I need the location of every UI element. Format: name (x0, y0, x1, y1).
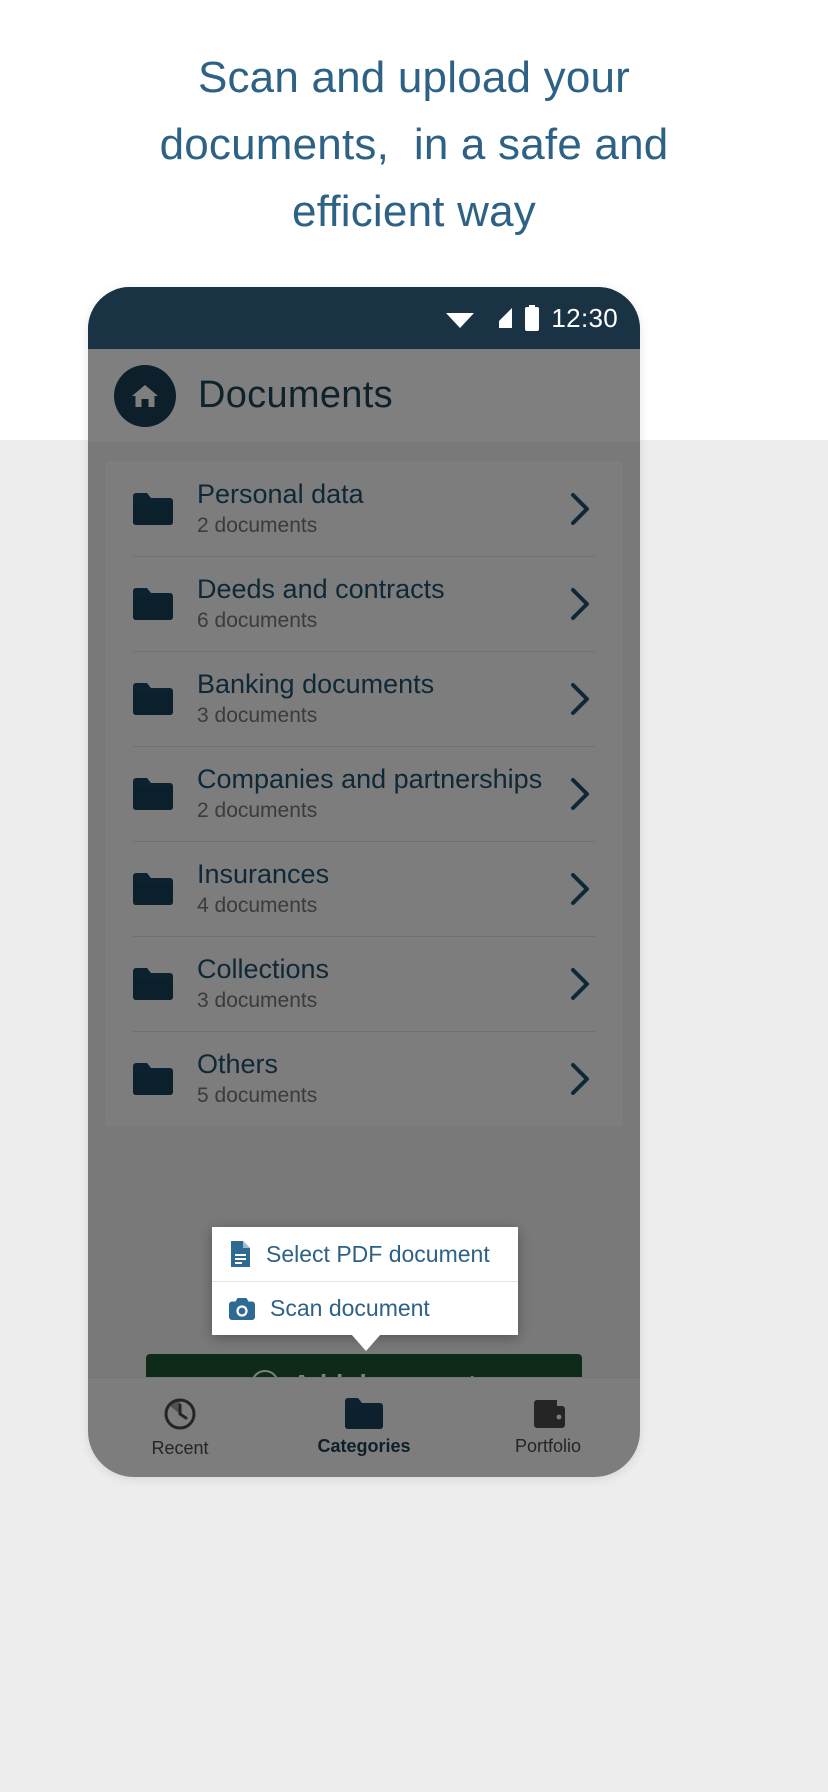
folder-icon (133, 587, 197, 620)
popup-item-select-pdf-label: Select PDF document (266, 1240, 490, 1267)
category-subtitle: 3 documents (197, 989, 318, 1012)
category-row-text: Collections 3 documents (197, 953, 555, 1014)
bottom-nav-label: Recent (151, 1437, 209, 1458)
category-row[interactable]: Banking documents 3 documents (105, 651, 623, 746)
popup-item-scan-document[interactable]: Scan document (212, 1281, 518, 1335)
popup-tail (351, 1334, 381, 1351)
folder-icon (133, 682, 197, 715)
chevron-right-icon[interactable] (555, 587, 605, 621)
category-title: Others (197, 1049, 279, 1079)
category-row[interactable]: Others 5 documents (105, 1031, 623, 1126)
bottom-nav-item-recent[interactable]: Recent (88, 1397, 272, 1459)
page-headline: Scan and upload your documents, in a saf… (0, 44, 828, 245)
app-header: Documents (88, 349, 640, 442)
folder-icon (133, 1062, 197, 1095)
clock-icon (163, 1397, 197, 1431)
popup-item-select-pdf[interactable]: Select PDF document (212, 1227, 518, 1281)
folder-icon (133, 777, 197, 810)
category-subtitle: 2 documents (197, 514, 318, 537)
category-subtitle: 2 documents (197, 799, 318, 822)
category-title: Banking documents (197, 669, 435, 699)
category-title: Personal data (197, 479, 364, 509)
category-row-text: Personal data 2 documents (197, 478, 555, 539)
bottom-nav-label: Categories (317, 1436, 411, 1456)
category-subtitle: 6 documents (197, 609, 318, 632)
category-row-text: Others 5 documents (197, 1048, 555, 1109)
wallet-icon (531, 1399, 565, 1429)
page-title: Documents (198, 374, 393, 416)
category-subtitle: 5 documents (197, 1084, 318, 1107)
bottom-nav-item-portfolio[interactable]: Portfolio (456, 1399, 640, 1457)
category-row[interactable]: Insurances 4 documents (105, 841, 623, 936)
bottom-navigation: Recent Categories Portfolio (88, 1377, 640, 1477)
battery-icon (524, 305, 540, 331)
category-row-text: Insurances 4 documents (197, 858, 555, 919)
home-icon (130, 382, 160, 410)
chevron-right-icon[interactable] (555, 682, 605, 716)
chevron-right-icon[interactable] (555, 777, 605, 811)
category-subtitle: 4 documents (197, 894, 318, 917)
home-button[interactable] (114, 364, 176, 427)
add-document-popup-menu: Select PDF document Scan document (212, 1227, 518, 1351)
folder-icon (133, 967, 197, 1000)
folder-icon (133, 492, 197, 525)
category-title: Deeds and contracts (197, 574, 445, 604)
app-screen: Documents Personal data 2 documents Deeds … (88, 349, 640, 1477)
chevron-right-icon[interactable] (555, 1062, 605, 1096)
category-title: Companies and partnerships (197, 764, 543, 794)
category-title: Collections (197, 954, 330, 984)
category-row-text: Banking documents 3 documents (197, 668, 555, 729)
phone-mockup: 12:30 Documents Personal data 2 documents… (88, 287, 640, 1477)
bottom-nav-label: Portfolio (514, 1435, 582, 1456)
category-row-text: Deeds and contracts 6 documents (197, 573, 555, 634)
headline-line-2: documents, in a safe and (159, 120, 669, 169)
category-row[interactable]: Deeds and contracts 6 documents (105, 556, 623, 651)
wifi-icon (445, 307, 475, 329)
category-subtitle: 3 documents (197, 704, 318, 727)
headline-line-3: efficient way (292, 187, 536, 236)
category-title: Insurances (197, 859, 330, 889)
category-row[interactable]: Companies and partnerships 2 documents (105, 746, 623, 841)
status-bar-time: 12:30 (551, 302, 618, 333)
chevron-right-icon[interactable] (555, 492, 605, 526)
category-row[interactable]: Personal data 2 documents (105, 461, 623, 556)
status-bar: 12:30 (88, 287, 640, 349)
cellular-signal-icon (486, 307, 513, 329)
categories-list: Personal data 2 documents Deeds and contra… (104, 460, 624, 1127)
chevron-right-icon[interactable] (555, 967, 605, 1001)
folder-icon (345, 1398, 383, 1429)
category-row-text: Companies and partnerships 2 documents (197, 763, 555, 824)
category-row[interactable]: Collections 3 documents (105, 936, 623, 1031)
folder-icon (133, 872, 197, 905)
camera-icon (229, 1297, 255, 1320)
bottom-nav-item-categories[interactable]: Categories (272, 1398, 456, 1457)
categories-card-wrap: Personal data 2 documents Deeds and contra… (88, 442, 640, 1127)
page-root: Scan and upload your documents, in a saf… (0, 0, 828, 1792)
headline-line-1: Scan and upload your (197, 53, 631, 102)
popup-item-scan-document-label: Scan document (270, 1295, 430, 1321)
chevron-right-icon[interactable] (555, 872, 605, 906)
pdf-document-icon (229, 1241, 251, 1267)
